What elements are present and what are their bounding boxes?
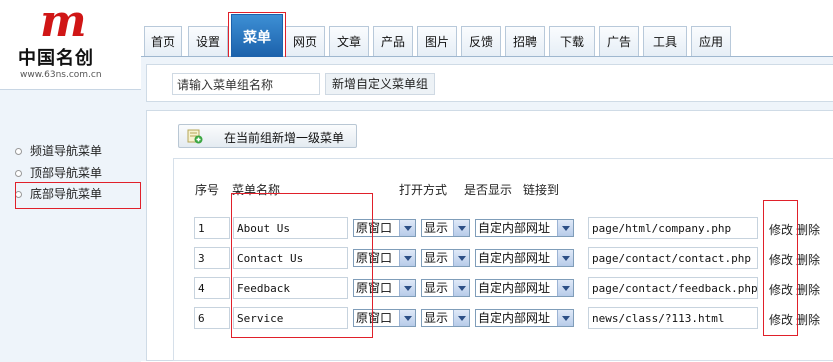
- tab-feedback[interactable]: 反馈: [461, 26, 501, 56]
- visibility-select[interactable]: 显示: [421, 309, 470, 327]
- brand-logo: m: [40, 0, 87, 47]
- header-show: 是否显示: [464, 183, 513, 197]
- header-open: 打开方式: [399, 183, 448, 197]
- link-type-select[interactable]: 自定内部网址: [475, 309, 574, 327]
- sidebar-item-channel[interactable]: 频道导航菜单: [15, 142, 102, 160]
- edit-link[interactable]: 修改: [769, 251, 793, 268]
- visibility-select[interactable]: 显示: [421, 279, 470, 297]
- add-custom-group-button[interactable]: 新增自定义菜单组: [325, 73, 435, 95]
- bullet-icon: [15, 190, 22, 198]
- row-name-input[interactable]: Service: [233, 307, 348, 329]
- dropdown-arrow-icon: [399, 280, 415, 296]
- open-mode-value: 原窗口: [356, 251, 393, 265]
- dropdown-arrow-icon: [399, 310, 415, 326]
- tab-images[interactable]: 图片: [417, 26, 457, 56]
- row-url-input[interactable]: page/contact/contact.php: [588, 247, 758, 269]
- sidebar-item-top[interactable]: 顶部导航菜单: [15, 164, 102, 182]
- edit-link[interactable]: 修改: [769, 221, 793, 238]
- header-name: 菜单名称: [232, 183, 281, 197]
- open-mode-select[interactable]: 原窗口: [353, 309, 416, 327]
- tab-pages[interactable]: 网页: [285, 26, 325, 56]
- tab-recruit[interactable]: 招聘: [505, 26, 545, 56]
- menu-group-name-input[interactable]: [172, 73, 320, 95]
- open-mode-value: 原窗口: [356, 311, 393, 325]
- visibility-value: 显示: [424, 251, 449, 265]
- edit-link[interactable]: 修改: [769, 281, 793, 298]
- brand-url: www.63ns.com.cn: [20, 70, 102, 80]
- row-seq-input[interactable]: 3: [194, 247, 230, 269]
- delete-link[interactable]: 删除: [796, 311, 820, 328]
- edit-link[interactable]: 修改: [769, 311, 793, 328]
- sidebar-item-label: 顶部导航菜单: [30, 166, 103, 180]
- header-seq: 序号: [195, 183, 220, 197]
- link-type-select[interactable]: 自定内部网址: [475, 249, 574, 267]
- add-item-icon: [187, 129, 203, 144]
- sidebar: [0, 89, 141, 362]
- logo-area: m 中国名创 www.63ns.com.cn: [0, 0, 141, 89]
- dropdown-arrow-icon: [557, 250, 573, 266]
- tab-tools[interactable]: 工具: [643, 26, 687, 56]
- delete-link[interactable]: 删除: [796, 221, 820, 238]
- dropdown-arrow-icon: [557, 310, 573, 326]
- visibility-value: 显示: [424, 311, 449, 325]
- open-mode-value: 原窗口: [356, 281, 393, 295]
- row-seq-input[interactable]: 6: [194, 307, 230, 329]
- open-mode-value: 原窗口: [356, 221, 393, 235]
- row-name-input[interactable]: Feedback: [233, 277, 348, 299]
- dropdown-arrow-icon: [557, 280, 573, 296]
- sidebar-item-bottom[interactable]: 底部导航菜单: [15, 185, 102, 203]
- row-seq-input[interactable]: 1: [194, 217, 230, 239]
- bullet-icon: [15, 147, 22, 155]
- visibility-value: 显示: [424, 221, 449, 235]
- link-type-value: 自定内部网址: [478, 221, 551, 235]
- delete-link[interactable]: 删除: [796, 281, 820, 298]
- tab-articles[interactable]: 文章: [329, 26, 369, 56]
- dropdown-arrow-icon: [453, 280, 469, 296]
- add-top-menu-button[interactable]: 在当前组新增一级菜单: [178, 124, 357, 148]
- tab-home[interactable]: 首页: [144, 26, 182, 56]
- open-mode-select[interactable]: 原窗口: [353, 279, 416, 297]
- row-name-input[interactable]: About Us: [233, 217, 348, 239]
- link-type-select[interactable]: 自定内部网址: [475, 219, 574, 237]
- link-type-value: 自定内部网址: [478, 251, 551, 265]
- dropdown-arrow-icon: [453, 310, 469, 326]
- dropdown-arrow-icon: [399, 220, 415, 236]
- tab-downloads[interactable]: 下载: [549, 26, 595, 56]
- link-type-value: 自定内部网址: [478, 311, 551, 325]
- tab-products[interactable]: 产品: [373, 26, 413, 56]
- dropdown-arrow-icon: [399, 250, 415, 266]
- visibility-select[interactable]: 显示: [421, 249, 470, 267]
- visibility-select[interactable]: 显示: [421, 219, 470, 237]
- tab-apps[interactable]: 应用: [691, 26, 731, 56]
- open-mode-select[interactable]: 原窗口: [353, 249, 416, 267]
- tab-ads[interactable]: 广告: [599, 26, 639, 56]
- row-name-input[interactable]: Contact Us: [233, 247, 348, 269]
- link-type-select[interactable]: 自定内部网址: [475, 279, 574, 297]
- header-link: 链接到: [523, 183, 560, 197]
- sidebar-item-label: 底部导航菜单: [30, 187, 103, 201]
- sidebar-item-label: 频道导航菜单: [30, 144, 103, 158]
- link-type-value: 自定内部网址: [478, 281, 551, 295]
- dropdown-arrow-icon: [557, 220, 573, 236]
- dropdown-arrow-icon: [453, 250, 469, 266]
- dropdown-arrow-icon: [453, 220, 469, 236]
- add-top-menu-label: 在当前组新增一级菜单: [224, 131, 345, 145]
- row-url-input[interactable]: page/html/company.php: [588, 217, 758, 239]
- open-mode-select[interactable]: 原窗口: [353, 219, 416, 237]
- tab-settings[interactable]: 设置: [188, 26, 228, 56]
- brand-name: 中国名创: [18, 48, 94, 69]
- delete-link[interactable]: 删除: [796, 251, 820, 268]
- visibility-value: 显示: [424, 281, 449, 295]
- row-seq-input[interactable]: 4: [194, 277, 230, 299]
- tab-menu[interactable]: 菜单: [231, 14, 283, 57]
- row-url-input[interactable]: news/class/?113.html: [588, 307, 758, 329]
- row-url-input[interactable]: page/contact/feedback.php: [588, 277, 758, 299]
- bullet-icon: [15, 169, 22, 177]
